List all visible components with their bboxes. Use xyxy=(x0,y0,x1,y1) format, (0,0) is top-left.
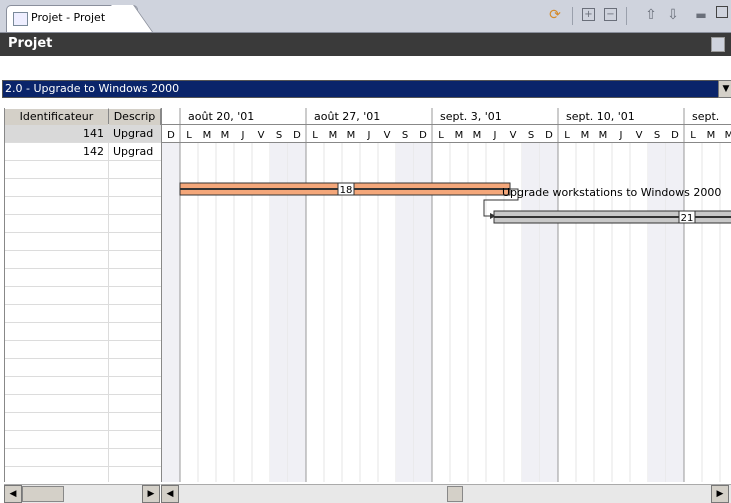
task-id: 21 xyxy=(681,213,694,224)
day-header: S xyxy=(402,130,408,141)
collapse-all-icon[interactable]: − xyxy=(604,8,617,21)
day-header: S xyxy=(276,130,282,141)
day-header: L xyxy=(564,130,570,141)
project-select[interactable]: 2.0 - Upgrade to Windows 2000 ▼ xyxy=(2,80,731,98)
view-header: Projet xyxy=(0,33,731,56)
table-row[interactable] xyxy=(5,269,161,287)
view-menu-icon[interactable] xyxy=(711,37,725,52)
table-row[interactable] xyxy=(5,341,161,359)
table-row[interactable] xyxy=(5,251,161,269)
table-row[interactable] xyxy=(5,395,161,413)
day-header: V xyxy=(636,130,643,141)
table-row[interactable] xyxy=(5,323,161,341)
day-header: J xyxy=(241,130,245,141)
arrow-up-icon[interactable]: ⇧ xyxy=(644,8,658,22)
task-id: 18 xyxy=(340,185,353,196)
expand-all-icon[interactable]: + xyxy=(582,8,595,21)
day-header: D xyxy=(419,130,427,141)
editor-tab-bar: Projet - Projet ⟳ + − ⇧ ⇩ ▬ xyxy=(0,0,731,33)
task-table: Identificateur Descrip 141 Upgrad 142 Up… xyxy=(4,108,161,485)
toolbar-separator xyxy=(572,7,573,25)
day-header: M xyxy=(707,130,716,141)
day-header: L xyxy=(438,130,444,141)
day-header: M xyxy=(473,130,482,141)
day-header: L xyxy=(690,130,696,141)
tab-label: Projet - Projet xyxy=(31,11,106,24)
maximize-icon[interactable] xyxy=(716,6,728,18)
scroll-right-icon[interactable]: ▶ xyxy=(142,485,160,503)
sync-icon[interactable]: ⟳ xyxy=(548,8,562,22)
day-header: M xyxy=(581,130,590,141)
day-header: D xyxy=(293,130,301,141)
column-header-id[interactable]: Identificateur xyxy=(5,108,109,126)
table-row[interactable] xyxy=(5,359,161,377)
scroll-left-icon[interactable]: ◀ xyxy=(4,485,22,503)
cell-description: Upgrad xyxy=(113,145,154,158)
day-header: M xyxy=(347,130,356,141)
table-row[interactable]: 142 Upgrad xyxy=(5,143,161,161)
week-header: sept. 10, '01 xyxy=(566,110,635,123)
day-header: M xyxy=(725,130,731,141)
weekend-column xyxy=(162,142,180,482)
scrollbar-thumb[interactable] xyxy=(447,486,463,502)
table-row[interactable] xyxy=(5,431,161,449)
day-header: S xyxy=(528,130,534,141)
header-spacer xyxy=(0,56,731,80)
table-row[interactable] xyxy=(5,233,161,251)
week-header: août 27, '01 xyxy=(314,110,380,123)
cell-description: Upgrad xyxy=(113,127,154,140)
table-horizontal-scrollbar[interactable]: ◀ ▶ xyxy=(4,484,160,503)
table-row[interactable] xyxy=(5,377,161,395)
day-header: M xyxy=(455,130,464,141)
table-row[interactable] xyxy=(5,215,161,233)
week-header: sept. xyxy=(692,110,719,123)
minimize-icon[interactable]: ▬ xyxy=(694,8,708,22)
gantt-timeline[interactable]: DLMMJVSDLMMJVSDLMMJVSDLMMJVSDLMMJVSDaoût… xyxy=(162,108,731,482)
project-select-field[interactable]: 2.0 - Upgrade to Windows 2000 xyxy=(2,80,720,98)
table-row[interactable] xyxy=(5,413,161,431)
day-header: V xyxy=(510,130,517,141)
table-row[interactable] xyxy=(5,161,161,179)
table-row[interactable] xyxy=(5,287,161,305)
project-select-value: 2.0 - Upgrade to Windows 2000 xyxy=(5,82,180,95)
toolbar-separator xyxy=(626,7,627,25)
table-row[interactable] xyxy=(5,467,161,485)
day-header: J xyxy=(367,130,371,141)
table-row[interactable] xyxy=(5,305,161,323)
page-title: Projet xyxy=(8,36,53,51)
day-header: M xyxy=(203,130,212,141)
scroll-left-icon[interactable]: ◀ xyxy=(161,485,179,503)
table-row[interactable] xyxy=(5,179,161,197)
gantt-horizontal-scrollbar[interactable]: ◀ ▶ xyxy=(161,484,731,503)
day-header: M xyxy=(221,130,230,141)
day-header: L xyxy=(312,130,318,141)
week-header: sept. 3, '01 xyxy=(440,110,502,123)
gantt-view-icon xyxy=(13,12,28,26)
day-header: D xyxy=(167,130,175,141)
table-row[interactable] xyxy=(5,449,161,467)
day-header: M xyxy=(599,130,608,141)
day-header: V xyxy=(258,130,265,141)
week-header: août 20, '01 xyxy=(188,110,254,123)
cell-id: 142 xyxy=(83,145,104,158)
day-header: J xyxy=(493,130,497,141)
day-header: D xyxy=(545,130,553,141)
tab-projet[interactable]: Projet - Projet xyxy=(6,5,138,32)
gantt-chart[interactable]: DLMMJVSDLMMJVSDLMMJVSDLMMJVSDLMMJVSDaoût… xyxy=(161,108,731,482)
day-header: V xyxy=(384,130,391,141)
scroll-right-icon[interactable]: ▶ xyxy=(711,485,729,503)
day-header: S xyxy=(654,130,660,141)
cell-id: 141 xyxy=(83,127,104,140)
column-header-description[interactable]: Descrip xyxy=(109,108,161,126)
day-header: M xyxy=(329,130,338,141)
day-header: D xyxy=(671,130,679,141)
day-header: L xyxy=(186,130,192,141)
table-row[interactable] xyxy=(5,197,161,215)
arrow-down-icon[interactable]: ⇩ xyxy=(666,8,680,22)
day-header: J xyxy=(619,130,623,141)
scrollbar-thumb[interactable] xyxy=(22,486,64,502)
chevron-down-icon[interactable]: ▼ xyxy=(718,80,731,98)
table-row[interactable]: 141 Upgrad xyxy=(5,125,161,143)
task-label: Upgrade workstations to Windows 2000 xyxy=(502,186,722,199)
